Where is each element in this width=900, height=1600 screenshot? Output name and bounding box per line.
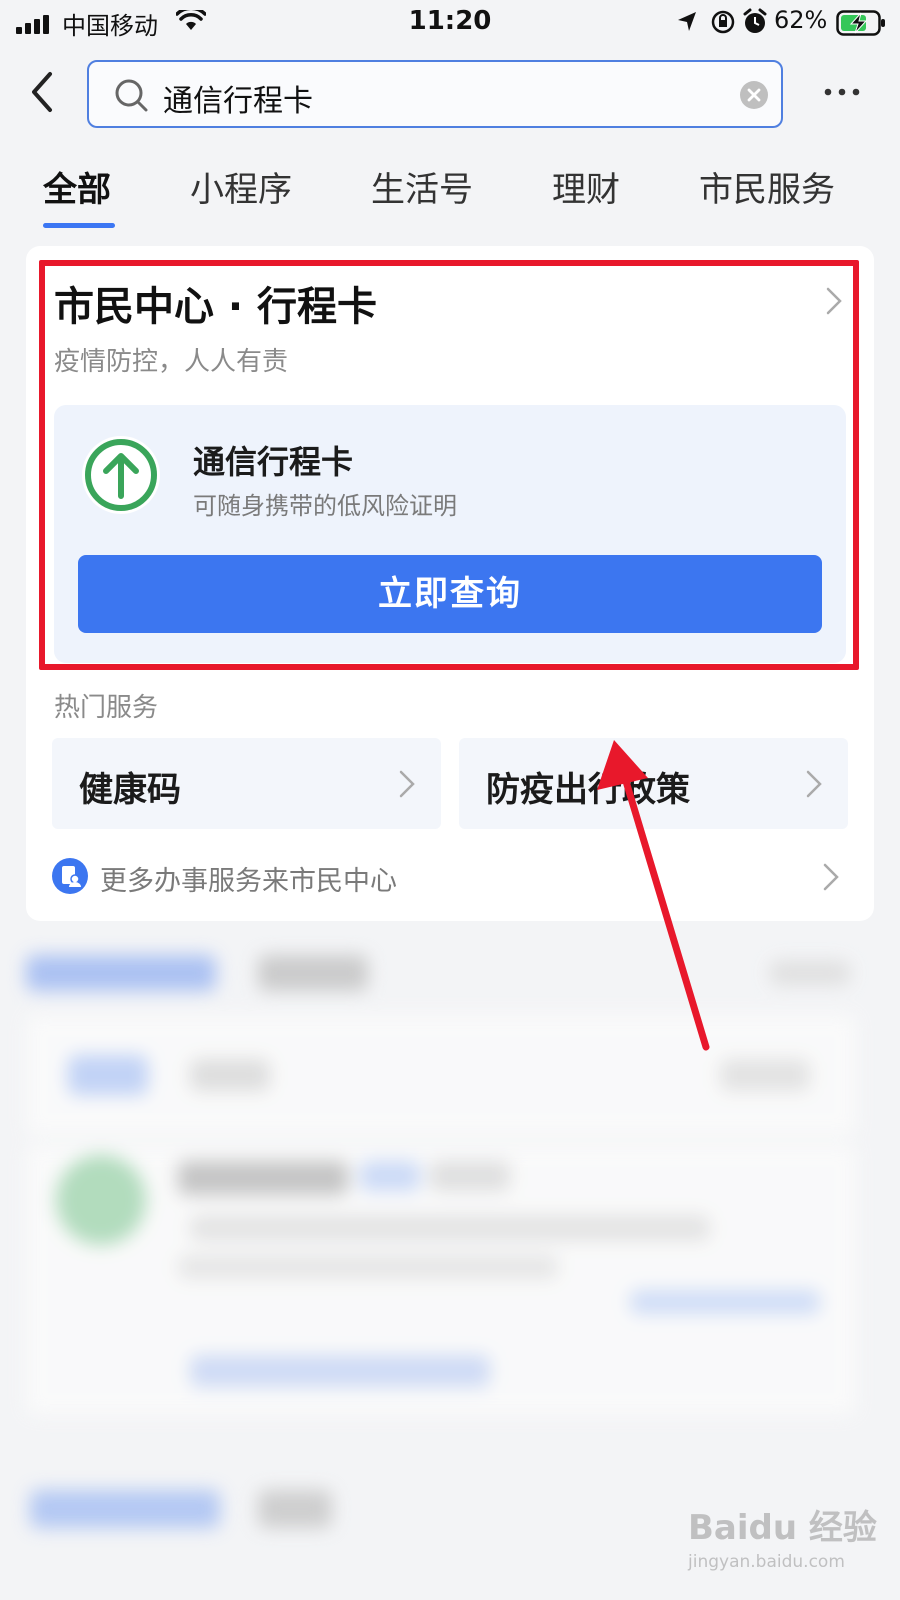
hot-service-travel-policy[interactable]: 防疫出行政策: [459, 738, 848, 829]
active-tab-indicator: [43, 223, 115, 228]
more-services-text: 更多办事服务来市民中心: [100, 866, 397, 897]
chevron-right-icon: [806, 770, 822, 798]
hot-service-label: 防疫出行政策: [486, 770, 690, 810]
category-tabs: 全部 小程序 生活号 理财 市民服务: [0, 160, 900, 232]
search-query-text[interactable]: 通信行程卡: [163, 76, 313, 120]
search-input[interactable]: 通信行程卡: [87, 60, 783, 128]
location-arrow-icon: [678, 12, 696, 31]
battery-charging-icon: [836, 10, 885, 36]
hot-service-label: 健康码: [79, 770, 181, 810]
more-services-link[interactable]: 更多办事服务来市民中心: [52, 858, 852, 898]
annotation-highlight-box: [39, 260, 859, 670]
tab-finance[interactable]: 理财: [552, 162, 620, 211]
watermark-brand: Baidu 经验: [688, 1508, 877, 1548]
watermark-url: jingyan.baidu.com: [688, 1552, 845, 1572]
chevron-right-icon: [399, 770, 415, 798]
tab-all[interactable]: 全部: [43, 162, 111, 211]
document-person-icon: [52, 858, 88, 894]
search-icon: [115, 79, 148, 112]
tab-mini-programs[interactable]: 小程序: [190, 162, 292, 211]
alarm-icon: [743, 8, 767, 33]
rotation-lock-icon: [711, 10, 735, 34]
tab-life-accounts[interactable]: 生活号: [371, 162, 473, 211]
hot-services-heading: 热门服务: [54, 693, 159, 723]
clear-icon[interactable]: [739, 80, 769, 110]
tab-citizen-services[interactable]: 市民服务: [699, 162, 835, 211]
baidu-watermark: Baidu 经验 jingyan.baidu.com: [688, 1500, 888, 1580]
back-icon[interactable]: [26, 70, 60, 114]
chevron-right-icon: [823, 863, 839, 891]
battery-percentage: 62%: [774, 6, 828, 34]
status-bar: 中国移动 11:20 62%: [0, 0, 900, 46]
hot-service-health-code[interactable]: 健康码: [52, 738, 441, 829]
more-icon[interactable]: [824, 88, 860, 96]
